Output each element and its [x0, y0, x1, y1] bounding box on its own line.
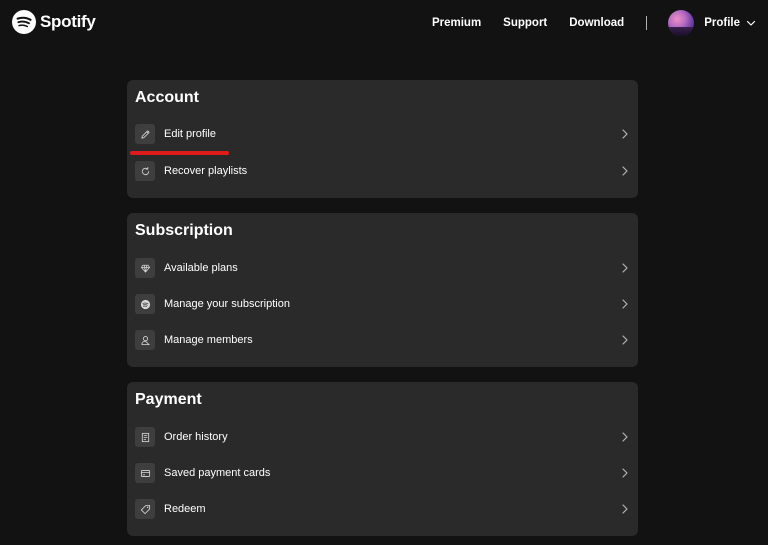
- chevron-down-icon: [746, 20, 756, 26]
- section-title-account: Account: [135, 89, 199, 106]
- account-section: Account Edit profile Recover playlists: [127, 80, 638, 198]
- nav-premium-link[interactable]: Premium: [432, 17, 481, 29]
- available-plans-row[interactable]: Available plans: [127, 250, 638, 286]
- chevron-right-icon: [622, 299, 628, 309]
- row-label: Recover playlists: [164, 165, 248, 177]
- red-underline-annotation: [130, 151, 229, 155]
- row-label: Order history: [164, 431, 228, 443]
- manage-members-row[interactable]: Manage members: [127, 322, 638, 358]
- spotify-logo-icon: [12, 10, 36, 34]
- saved-payment-cards-row[interactable]: Saved payment cards: [127, 455, 638, 491]
- diamond-icon: [135, 258, 155, 278]
- chevron-right-icon: [622, 263, 628, 273]
- chevron-right-icon: [622, 166, 628, 176]
- subscription-section: Subscription Available plans Manage your…: [127, 213, 638, 367]
- chevron-right-icon: [622, 432, 628, 442]
- manage-subscription-row[interactable]: Manage your subscription: [127, 286, 638, 322]
- row-label: Edit profile: [164, 128, 216, 140]
- nav-download-link[interactable]: Download: [569, 17, 624, 29]
- spotify-icon: [135, 294, 155, 314]
- top-nav: Premium Support Download Profile: [432, 10, 756, 36]
- row-label: Saved payment cards: [164, 467, 271, 479]
- top-bar: Spotify Premium Support Download Profile: [0, 0, 768, 46]
- card-icon: [135, 463, 155, 483]
- brand-name: Spotify: [40, 12, 96, 31]
- row-label: Manage your subscription: [164, 298, 290, 310]
- section-title-subscription: Subscription: [135, 222, 233, 239]
- payment-section: Payment Order history Saved payment card…: [127, 382, 638, 536]
- redeem-row[interactable]: Redeem: [127, 491, 638, 527]
- profile-label: Profile: [704, 17, 740, 29]
- nav-support-link[interactable]: Support: [503, 17, 547, 29]
- section-title-payment: Payment: [135, 391, 202, 408]
- receipt-icon: [135, 427, 155, 447]
- user-icon: [135, 330, 155, 350]
- nav-divider: [646, 16, 648, 30]
- profile-menu-button[interactable]: Profile: [668, 10, 756, 36]
- avatar: [668, 10, 695, 36]
- row-label: Available plans: [164, 262, 238, 274]
- row-label: Manage members: [164, 334, 253, 346]
- spotify-logo[interactable]: Spotify: [12, 10, 96, 34]
- chevron-right-icon: [622, 335, 628, 345]
- tag-icon: [135, 499, 155, 519]
- row-label: Redeem: [164, 503, 206, 515]
- pencil-icon: [135, 124, 155, 144]
- edit-profile-row[interactable]: Edit profile: [127, 116, 638, 152]
- chevron-right-icon: [622, 468, 628, 478]
- chevron-right-icon: [622, 504, 628, 514]
- recover-playlists-row[interactable]: Recover playlists: [127, 153, 638, 189]
- refresh-icon: [135, 161, 155, 181]
- chevron-right-icon: [622, 129, 628, 139]
- order-history-row[interactable]: Order history: [127, 419, 638, 455]
